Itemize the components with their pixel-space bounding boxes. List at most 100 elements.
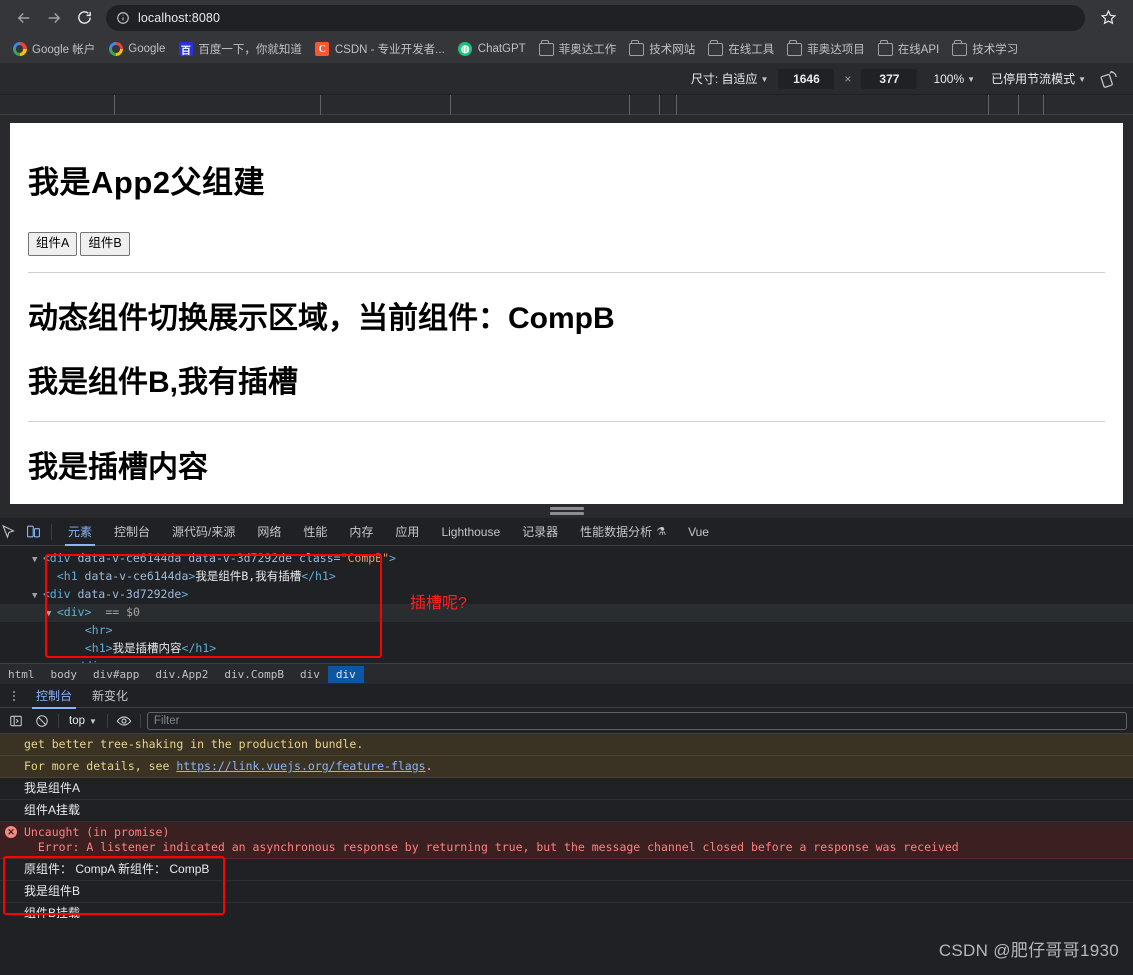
console-link[interactable]: https://link.vuejs.org/feature-flags: [176, 759, 425, 773]
google-icon: [108, 42, 123, 57]
dom-node-line[interactable]: <h1 data-v-ce6144da>我是组件B,我有插槽</h1>: [0, 568, 1133, 586]
console-toolbar: top ▼ Filter: [0, 708, 1133, 734]
address-bar[interactable]: localhost:8080: [106, 4, 1085, 31]
clear-console-icon[interactable]: [32, 711, 52, 731]
devtools-panel: 元素 控制台 源代码/来源 网络 性能 内存 应用 Lighthouse 记录器…: [0, 518, 1133, 918]
dom-node-line[interactable]: <hr>: [0, 622, 1133, 640]
console-log-row: 我是组件B: [0, 881, 1133, 903]
csdn-icon: C: [315, 42, 330, 57]
bookmark-item[interactable]: 菲奥达项目: [781, 38, 871, 60]
tab-vue[interactable]: Vue: [677, 520, 720, 544]
console-filter-input[interactable]: Filter: [146, 711, 1127, 730]
tab-network[interactable]: 网络: [246, 518, 292, 545]
dynamic-component-heading: 动态组件切换展示区域，当前组件：CompB: [28, 301, 615, 335]
chevron-down-icon: ▼: [89, 717, 97, 726]
tab-sources[interactable]: 源代码/来源: [161, 518, 246, 545]
console-messages[interactable]: get better tree-shaking in the productio…: [0, 734, 1133, 918]
device-size-selector[interactable]: 尺寸: 自适应 ▼: [691, 70, 769, 87]
inspect-cursor-icon[interactable]: [0, 519, 20, 545]
folder-icon: [708, 39, 724, 57]
dom-token: </div>: [71, 659, 113, 663]
bookmarks-bar: Google 帐户 Google 百百度一下，你就知道 C CSDN - 专业开发…: [0, 35, 1133, 63]
dom-tree[interactable]: ▼ <div data-v-ce6144da data-v-3d7292de c…: [0, 546, 1133, 663]
device-emulation-toolbar: 尺寸: 自适应 ▼ 1646 × 377 100% ▼ 已停用节流模式 ▼: [0, 63, 1133, 95]
component-b-button[interactable]: 组件B: [80, 232, 130, 256]
tab-recorder[interactable]: 记录器: [511, 518, 569, 545]
more-options-icon[interactable]: [6, 690, 22, 701]
console-sidebar-icon[interactable]: [6, 711, 26, 731]
breadcrumb-item[interactable]: div.App2: [147, 666, 216, 683]
console-context-selector[interactable]: top ▼: [65, 715, 101, 727]
dom-token: $0: [126, 605, 140, 619]
rotate-icon[interactable]: [1100, 69, 1119, 88]
drawer-tab-whats-new[interactable]: 新变化: [82, 683, 138, 708]
bookmark-item[interactable]: 菲奥达工作: [533, 38, 623, 60]
tab-memory[interactable]: 内存: [338, 518, 384, 545]
breadcrumb: html body div#app div.App2 div.CompB div div: [0, 663, 1133, 684]
chevron-down-icon: ▼: [1078, 75, 1086, 84]
viewport-height-input[interactable]: 377: [861, 68, 918, 89]
bookmark-item[interactable]: Google 帐户: [6, 38, 101, 60]
expand-triangle-icon[interactable]: ▼: [32, 591, 43, 601]
chatgpt-icon: ◍: [458, 42, 473, 57]
bookmark-item[interactable]: C CSDN - 专业开发者...: [309, 38, 451, 60]
dom-node-line[interactable]: <h1>我是插槽内容</h1>: [0, 640, 1133, 658]
bookmark-item[interactable]: 在线API: [872, 38, 946, 60]
drag-handle-icon[interactable]: [549, 505, 584, 517]
tab-console[interactable]: 控制台: [103, 518, 161, 545]
tab-lighthouse[interactable]: Lighthouse: [430, 520, 511, 544]
google-icon: [12, 42, 27, 57]
breadcrumb-item[interactable]: html: [0, 666, 43, 683]
expand-triangle-icon[interactable]: ▼: [32, 555, 43, 565]
expand-triangle-icon[interactable]: ▼: [46, 609, 57, 619]
device-size-label: 尺寸: 自适应: [690, 72, 758, 86]
back-button[interactable]: [10, 4, 38, 32]
drawer-tab-console[interactable]: 控制台: [26, 683, 82, 709]
bookmark-label: 技术网站: [649, 44, 696, 56]
dom-node-line[interactable]: </div>: [0, 658, 1133, 663]
bookmark-item[interactable]: ◍ ChatGPT: [452, 39, 532, 60]
folder-icon: [877, 39, 893, 57]
ruler-tick: [988, 95, 989, 115]
breadcrumb-item[interactable]: div: [327, 665, 364, 683]
bookmark-item[interactable]: Google: [102, 39, 171, 60]
folder-icon: [952, 39, 968, 57]
folder-icon: [538, 39, 554, 57]
browser-toolbar: localhost:8080: [0, 0, 1133, 35]
breadcrumb-item[interactable]: div#app: [85, 666, 147, 683]
bookmark-item[interactable]: 技术学习: [946, 38, 1024, 60]
bookmark-label: Google 帐户: [32, 44, 96, 56]
slot-content-heading: 我是插槽内容: [28, 450, 208, 484]
component-a-button[interactable]: 组件A: [28, 232, 78, 256]
bookmark-item[interactable]: 技术网站: [623, 38, 701, 60]
dom-node-line[interactable]: ▼ <div> == $0: [0, 604, 1133, 622]
tab-elements[interactable]: 元素: [57, 518, 103, 546]
bookmark-item[interactable]: 百百度一下，你就知道: [172, 38, 308, 60]
dom-node-line[interactable]: ▼ <div data-v-3d7292de>: [0, 586, 1133, 604]
tab-performance[interactable]: 性能: [292, 518, 338, 545]
breadcrumb-item[interactable]: body: [43, 666, 86, 683]
dom-node-line[interactable]: ▼ <div data-v-ce6144da data-v-3d7292de c…: [0, 550, 1133, 568]
tab-performance-insights[interactable]: 性能数据分析 ⚗: [569, 518, 677, 545]
tab-application[interactable]: 应用: [384, 518, 430, 545]
throttling-selector[interactable]: 已停用节流模式 ▼: [991, 70, 1086, 87]
devtools-splitter[interactable]: [0, 504, 1133, 518]
baidu-icon: 百: [178, 42, 193, 57]
viewport-width-input[interactable]: 1646: [778, 68, 835, 89]
zoom-selector[interactable]: 100% ▼: [933, 72, 975, 86]
flask-icon: ⚗: [656, 526, 667, 538]
forward-button[interactable]: [40, 4, 68, 32]
console-warning-row: get better tree-shaking in the productio…: [0, 734, 1133, 756]
breadcrumb-item[interactable]: div.CompB: [216, 666, 292, 683]
dom-token: ==: [91, 605, 127, 619]
breadcrumb-item[interactable]: div: [292, 666, 328, 683]
dom-token: data-v-ce6144da: [84, 569, 189, 583]
dom-token: data-v-3d7292de: [77, 587, 182, 601]
watermark: CSDN @肥仔哥哥1930: [938, 941, 1119, 960]
reload-button[interactable]: [70, 4, 98, 32]
device-toolbar-icon[interactable]: [20, 519, 46, 545]
bookmark-star-icon[interactable]: [1093, 4, 1123, 32]
live-expression-icon[interactable]: [114, 711, 134, 731]
site-info-icon[interactable]: [116, 11, 130, 25]
bookmark-item[interactable]: 在线工具: [702, 38, 780, 60]
